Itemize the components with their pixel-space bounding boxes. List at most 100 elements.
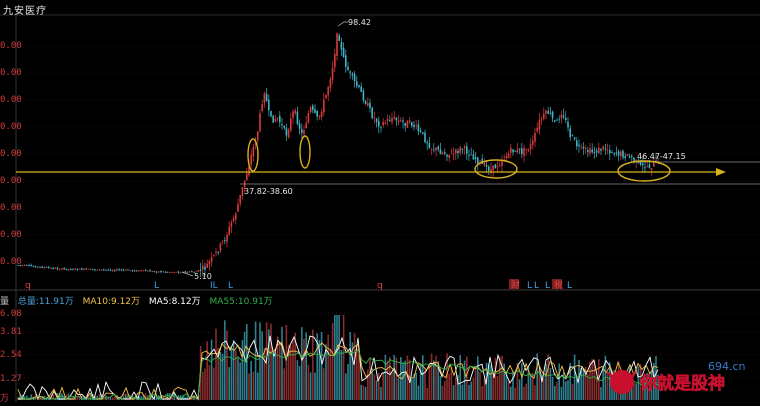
volume-bar: [455, 376, 457, 400]
volume-bar: [353, 333, 356, 400]
candle-body: [518, 148, 521, 150]
highlight-circle: [474, 159, 518, 179]
candle-body: [428, 143, 431, 148]
candle-body: [340, 42, 343, 50]
volume-bar: [369, 357, 371, 400]
volume-bar: [329, 348, 332, 400]
volume-axis-label: 1.27: [0, 374, 22, 384]
volume-bar: [523, 386, 525, 400]
candle-body: [507, 153, 510, 158]
stock-title: 九安医疗: [3, 6, 47, 17]
candle-body: [384, 122, 387, 124]
event-marker: 税: [554, 279, 563, 291]
volume-bar: [507, 381, 510, 400]
candle-body: [644, 167, 646, 169]
candle-body: [37, 266, 39, 268]
candle-body: [67, 269, 70, 270]
volume-bar: [441, 385, 444, 400]
candle-body: [202, 265, 204, 270]
volume-bar: [309, 372, 312, 400]
candle-body: [393, 116, 395, 119]
candle-body: [391, 118, 393, 123]
volume-bar: [501, 355, 503, 400]
current-range-label: 46.47-47.15: [637, 152, 686, 161]
volume-bar: [389, 357, 391, 400]
candle-body: [648, 164, 651, 168]
candle-body: [624, 156, 626, 159]
candle-body: [74, 268, 76, 270]
volume-bar: [391, 372, 393, 400]
candle-body: [169, 272, 171, 273]
event-marker: 财: [511, 279, 520, 291]
volume-bar: [547, 354, 549, 400]
candle-body: [595, 150, 598, 153]
candle-body: [144, 270, 147, 272]
volume-bar: [380, 386, 382, 400]
candle-body: [116, 269, 118, 271]
candle-body: [468, 155, 470, 156]
candle-body: [160, 271, 162, 272]
volume-bar: [257, 372, 259, 400]
candle-body: [369, 102, 371, 109]
volume-bar: [433, 360, 435, 400]
candle-body: [188, 271, 191, 273]
candle-body: [259, 113, 261, 132]
candle-body: [173, 272, 175, 274]
volume-bar: [600, 387, 602, 400]
candle-body: [120, 269, 123, 271]
candle-body: [529, 144, 532, 150]
candle-body: [180, 272, 182, 274]
candle-body: [426, 142, 428, 144]
candle-body: [543, 113, 545, 119]
candle-body: [199, 269, 202, 271]
volume-bar: [243, 331, 246, 400]
candle-body: [228, 226, 230, 235]
candle-body: [21, 265, 24, 267]
volume-bar: [186, 396, 189, 400]
candle-body: [149, 270, 151, 272]
candle-body: [307, 112, 310, 123]
candle-body: [76, 268, 79, 270]
volume-bar: [345, 373, 347, 400]
candle-body: [28, 265, 30, 266]
candle-body: [485, 165, 488, 167]
candle-body: [70, 269, 72, 270]
candle-body: [457, 150, 459, 154]
candle-body: [611, 152, 613, 153]
volume-bar: [424, 369, 426, 400]
candle-body: [34, 266, 37, 268]
candle-body: [158, 271, 160, 273]
candle-body: [109, 269, 112, 271]
candle-body: [532, 140, 534, 145]
candle-body: [373, 117, 376, 119]
candle-body: [459, 147, 461, 153]
volume-bar: [206, 341, 208, 400]
volume-bar: [202, 371, 204, 400]
volume-bar: [461, 384, 464, 400]
highlight-circle: [299, 135, 311, 169]
candle-body: [483, 163, 486, 166]
candle-body: [50, 267, 52, 269]
stock-chart[interactable]: 98.42 5.10 37.82-38.60 46.47-47.15 q L IL Lq 财 L L…: [0, 0, 760, 402]
volume-bar: [397, 377, 400, 400]
volume-bar: [17, 397, 19, 400]
candle-body: [593, 152, 596, 153]
candle-body: [397, 120, 400, 123]
candle-body: [85, 268, 87, 270]
candle-body: [615, 152, 618, 154]
candle-body: [364, 101, 367, 104]
volume-bar: [228, 367, 230, 400]
candle-body: [210, 256, 213, 262]
volume-axis-label: 2.54: [0, 350, 22, 360]
candle-body: [455, 149, 457, 154]
candle-body: [653, 162, 655, 167]
candle-body: [362, 90, 365, 101]
volume-bar: [259, 322, 261, 400]
candle-body: [538, 119, 541, 130]
volume-bar: [279, 341, 281, 400]
candle-body: [127, 269, 129, 271]
candle-body: [129, 270, 131, 272]
price-axis-label: 0.00: [0, 68, 22, 78]
volume-bar: [477, 356, 479, 400]
volume-bar: [378, 373, 380, 400]
